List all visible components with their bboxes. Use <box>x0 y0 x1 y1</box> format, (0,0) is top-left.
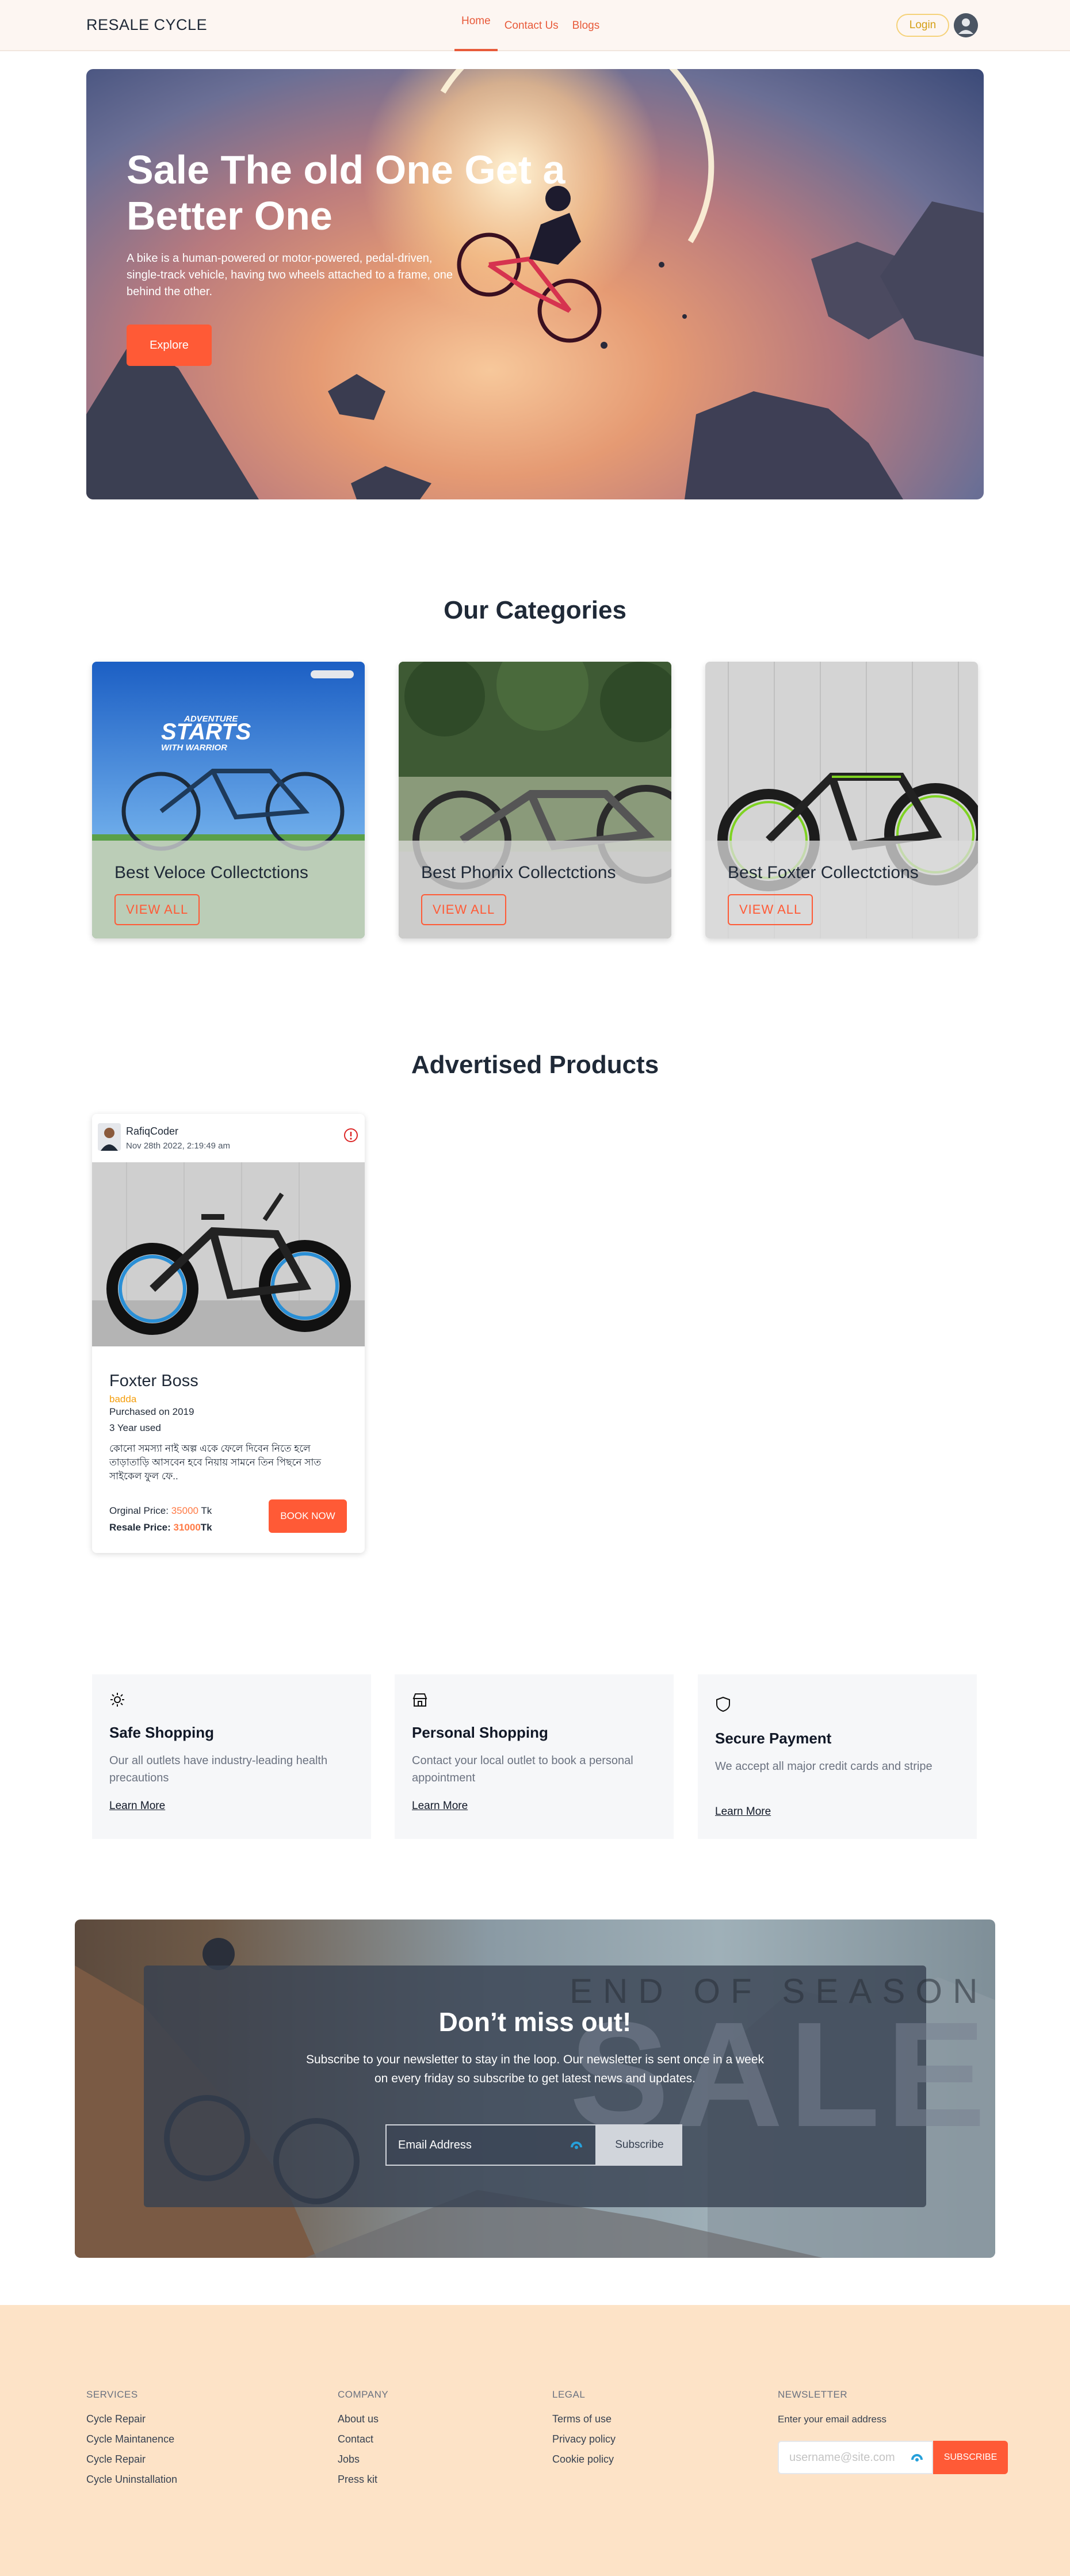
footer-link[interactable]: Press kit <box>338 2474 388 2494</box>
footer-heading: NEWSLETTER <box>778 2389 848 2400</box>
seller-name: RafiqCoder <box>126 1125 179 1137</box>
product-description: কোনো সমস্যা নাই অল্প একে ফেলে দিবেন নিতে… <box>109 1443 322 1482</box>
password-manager-icon[interactable] <box>910 2451 924 2468</box>
nav-home[interactable]: Home <box>454 0 498 51</box>
footer-legal: LEGAL Terms of use Privacy policy Cookie… <box>552 2389 616 2474</box>
svg-text:WITH WARRIOR: WITH WARRIOR <box>161 743 227 753</box>
footer-link[interactable]: Privacy policy <box>552 2434 616 2454</box>
original-price: Orginal Price: 35000 Tk <box>109 1505 212 1517</box>
store-icon <box>412 1692 428 1708</box>
view-all-button[interactable]: VIEW ALL <box>421 894 507 925</box>
category-card-foxter[interactable]: Best Foxter Collectctions VIEW ALL <box>705 662 978 938</box>
post-date: Nov 28th 2022, 2:19:49 am <box>126 1141 230 1151</box>
banner-subscribe-button[interactable]: Subscribe <box>597 2124 682 2166</box>
newsletter-subscribe-button[interactable]: SUBSCRIBE <box>933 2441 1008 2474</box>
book-now-button[interactable]: BOOK NOW <box>269 1499 347 1533</box>
navbar: RESALE CYCLE Home Contact Us Blogs Login <box>0 0 1070 51</box>
category-name: Best Veloce Collectctions <box>114 863 308 882</box>
product-card: RafiqCoder Nov 28th 2022, 2:19:49 am Fox… <box>92 1114 365 1553</box>
original-price-label: Orginal Price: <box>109 1505 171 1516</box>
feature-text: Contact your local outlet to book a pers… <box>412 1754 633 1784</box>
footer-heading: LEGAL <box>552 2389 586 2400</box>
category-card-veloce[interactable]: ADVENTURE STARTS WITH WARRIOR Best Veloc… <box>92 662 365 938</box>
report-info-icon[interactable] <box>343 1128 358 1143</box>
product-location: badda <box>109 1394 137 1405</box>
footer-link[interactable]: Jobs <box>338 2454 388 2474</box>
banner-text: Subscribe to your newsletter to stay in … <box>305 2053 765 2085</box>
footer-heading: COMPANY <box>338 2389 389 2400</box>
email-placeholder: Email Address <box>398 2138 472 2151</box>
learn-more-link[interactable]: Learn More <box>715 1806 771 1818</box>
feature-safe-shopping: Safe Shopping Our all outlets have indus… <box>92 1674 371 1839</box>
footer-company: COMPANY About us Contact Jobs Press kit <box>338 2389 388 2494</box>
brand-logo[interactable]: RESALE CYCLE <box>86 16 207 34</box>
feature-title: Secure Payment <box>715 1730 832 1747</box>
footer-link[interactable]: Cycle Repair <box>86 2414 177 2434</box>
hero-banner: Sale The old One Get a Better One A bike… <box>86 69 984 499</box>
password-manager-icon[interactable] <box>570 2138 583 2155</box>
feature-title: Safe Shopping <box>109 1724 214 1741</box>
footer-link[interactable]: Terms of use <box>552 2414 616 2434</box>
feature-text: Our all outlets have industry-leading he… <box>109 1754 328 1784</box>
feature-personal-shopping: Personal Shopping Contact your local out… <box>395 1674 674 1839</box>
category-image-text: ADVENTURE STARTS WITH WARRIOR <box>161 714 251 753</box>
feature-text: We accept all major credit cards and str… <box>715 1760 933 1773</box>
nav-blogs[interactable]: Blogs <box>565 0 607 51</box>
newsletter-banner: END OF SEASON SALE Don’t miss out! Subsc… <box>75 1919 995 2258</box>
view-all-button[interactable]: VIEW ALL <box>114 894 200 925</box>
years-used: 3 Year used <box>109 1422 161 1433</box>
seller-avatar <box>98 1123 121 1151</box>
footer-link[interactable]: Cycle Uninstallation <box>86 2474 177 2494</box>
hero-title: Sale The old One Get a Better One <box>127 147 565 238</box>
footer-newsletter: NEWSLETTER Enter your email address user… <box>778 2389 1014 2481</box>
learn-more-link[interactable]: Learn More <box>109 1800 165 1812</box>
categories-title: Our Categories <box>444 596 626 624</box>
footer-link[interactable]: Cycle Maintanence <box>86 2434 177 2454</box>
purchase-year: Purchased on 2019 <box>109 1406 194 1417</box>
resale-price-unit: Tk <box>200 1522 212 1533</box>
footer: SERVICES Cycle Repair Cycle Maintanence … <box>0 2305 1070 2576</box>
footer-link[interactable]: Contact <box>338 2434 388 2454</box>
nav-contact[interactable]: Contact Us <box>498 0 565 51</box>
resale-price-label: Resale Price: <box>109 1522 174 1533</box>
login-button[interactable]: Login <box>896 14 949 37</box>
product-name: Foxter Boss <box>109 1372 198 1390</box>
user-avatar-icon[interactable] <box>954 13 978 37</box>
feature-secure-payment: Secure Payment We accept all major credi… <box>698 1674 977 1839</box>
newsletter-label: Enter your email address <box>778 2414 886 2425</box>
view-all-button[interactable]: VIEW ALL <box>728 894 813 925</box>
nav-links: Home Contact Us Blogs <box>454 0 606 51</box>
original-price-value: 35000 <box>171 1505 198 1516</box>
newsletter-email-input[interactable]: username@site.com <box>778 2441 933 2474</box>
hero-description: A bike is a human-powered or motor-power… <box>127 252 453 298</box>
shield-icon <box>715 1696 731 1712</box>
feature-title: Personal Shopping <box>412 1724 548 1741</box>
newsletter-placeholder: username@site.com <box>789 2451 895 2464</box>
banner-email-input[interactable]: Email Address <box>385 2124 597 2166</box>
footer-heading: SERVICES <box>86 2389 138 2400</box>
footer-link[interactable]: Cycle Repair <box>86 2454 177 2474</box>
sun-icon <box>109 1692 125 1708</box>
svg-text:STARTS: STARTS <box>161 719 251 745</box>
resale-price-value: 31000 <box>173 1522 201 1533</box>
resale-price: Resale Price: 31000Tk <box>109 1522 212 1533</box>
explore-button[interactable]: Explore <box>127 325 212 366</box>
category-name: Best Phonix Collectctions <box>421 863 616 882</box>
advertised-title: Advertised Products <box>411 1051 659 1079</box>
footer-link[interactable]: Cookie policy <box>552 2454 616 2474</box>
footer-services: SERVICES Cycle Repair Cycle Maintanence … <box>86 2389 177 2494</box>
banner-title: Don’t miss out! <box>438 2007 632 2037</box>
category-card-phonix[interactable]: Best Phonix Collectctions VIEW ALL <box>399 662 671 938</box>
footer-link[interactable]: About us <box>338 2414 388 2434</box>
category-name: Best Foxter Collectctions <box>728 863 919 882</box>
product-image <box>92 1162 365 1346</box>
learn-more-link[interactable]: Learn More <box>412 1800 468 1812</box>
original-price-unit: Tk <box>198 1505 212 1516</box>
